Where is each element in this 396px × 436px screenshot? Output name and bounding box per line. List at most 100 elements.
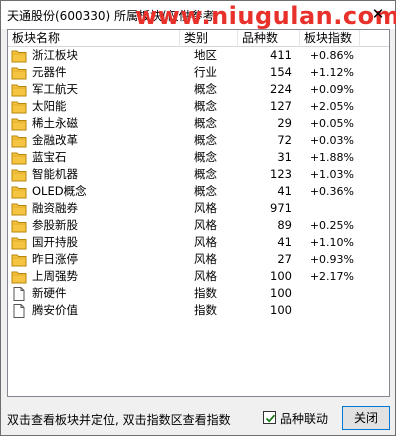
sector-count: 971 xyxy=(270,201,292,215)
sector-type: 概念 xyxy=(194,82,217,96)
table-row[interactable]: 元器件 行业 154 +1.12% xyxy=(8,64,389,81)
sector-count: 31 xyxy=(277,150,292,164)
sector-count: 89 xyxy=(277,218,292,232)
title-bar[interactable]: 天通股份(600330) 所属板块(仅供参考 www.niugulan.com … xyxy=(1,1,396,30)
column-header-index[interactable]: 板块指数 xyxy=(300,30,360,47)
sector-type: 概念 xyxy=(194,150,217,164)
sector-index: +0.25% xyxy=(309,219,354,232)
table-row[interactable]: 融资融券 风格 971 xyxy=(8,200,389,217)
sector-name: 新硬件 xyxy=(32,286,67,300)
sector-index xyxy=(304,285,354,302)
sector-type: 概念 xyxy=(194,184,217,198)
sector-name: 融资融券 xyxy=(32,201,78,215)
table-row[interactable]: 智能机器 概念 123 +1.03% xyxy=(8,166,389,183)
sector-count: 29 xyxy=(277,116,292,130)
checkbox-label[interactable]: 品种联动 xyxy=(280,410,328,427)
list-header: 板块名称 类别 品种数 板块指数 xyxy=(8,30,389,47)
sector-count: 100 xyxy=(270,269,292,283)
column-header-count[interactable]: 品种数 xyxy=(238,30,300,47)
close-button[interactable]: 关闭 xyxy=(342,406,390,430)
sector-index: +2.17% xyxy=(309,270,354,283)
watermark-text: www.niugulan.com xyxy=(135,2,396,30)
table-row[interactable]: 腾安价值 指数 100 xyxy=(8,302,389,319)
sector-name: 国开持股 xyxy=(32,235,78,249)
folder-icon xyxy=(11,253,27,267)
column-header-type[interactable]: 类别 xyxy=(180,30,238,47)
table-row[interactable]: 金融改革 概念 72 +0.03% xyxy=(8,132,389,149)
table-row[interactable]: 太阳能 概念 127 +2.05% xyxy=(8,98,389,115)
dialog-window: 天通股份(600330) 所属板块(仅供参考 www.niugulan.com … xyxy=(0,0,396,436)
sector-name: 军工航天 xyxy=(32,82,78,96)
sector-name: 参股新股 xyxy=(32,218,78,232)
sector-count: 41 xyxy=(277,235,292,249)
sector-index: +0.03% xyxy=(309,134,354,147)
sector-name: OLED概念 xyxy=(32,184,87,198)
checkmark-icon xyxy=(265,414,276,423)
sector-name: 太阳能 xyxy=(32,99,67,113)
sector-index: +1.88% xyxy=(309,151,354,164)
link-checkbox[interactable] xyxy=(263,411,276,424)
table-row[interactable]: 昨日涨停 风格 27 +0.93% xyxy=(8,251,389,268)
sector-name: 蓝宝石 xyxy=(32,150,67,164)
sector-type: 地区 xyxy=(194,48,217,62)
column-header-name[interactable]: 板块名称 xyxy=(8,30,180,47)
table-row[interactable]: 浙江板块 地区 411 +0.86% xyxy=(8,47,389,64)
folder-icon xyxy=(11,49,27,63)
table-row[interactable]: 国开持股 风格 41 +1.10% xyxy=(8,234,389,251)
folder-icon xyxy=(11,202,27,216)
table-row[interactable]: 参股新股 风格 89 +0.25% xyxy=(8,217,389,234)
document-icon xyxy=(11,304,27,318)
sector-type: 风格 xyxy=(194,201,217,215)
sector-name: 智能机器 xyxy=(32,167,78,181)
folder-icon xyxy=(11,66,27,80)
sector-type: 指数 xyxy=(194,286,217,300)
sector-name: 元器件 xyxy=(32,65,67,79)
sector-count: 100 xyxy=(270,303,292,317)
sector-index: +1.10% xyxy=(309,236,354,249)
sector-type: 风格 xyxy=(194,269,217,283)
sector-type: 指数 xyxy=(194,303,217,317)
folder-icon xyxy=(11,151,27,165)
folder-icon xyxy=(11,134,27,148)
sector-index: +0.86% xyxy=(309,49,354,62)
sector-index: +1.12% xyxy=(309,66,354,79)
sector-index: +0.93% xyxy=(309,253,354,266)
sector-type: 行业 xyxy=(194,65,217,79)
sector-count: 27 xyxy=(277,252,292,266)
sector-count: 100 xyxy=(270,286,292,300)
sector-type: 概念 xyxy=(194,99,217,113)
hint-text: 双击查看板块并定位, 双击指数区查看指数 xyxy=(7,413,231,427)
sector-list[interactable]: 板块名称 类别 品种数 板块指数 浙江板块 地区 411 +0.86% 元器件 行业 154… xyxy=(7,29,390,397)
table-row[interactable]: 蓝宝石 概念 31 +1.88% xyxy=(8,149,389,166)
folder-icon xyxy=(11,117,27,131)
table-row[interactable]: 军工航天 概念 224 +0.09% xyxy=(8,81,389,98)
list-rows: 浙江板块 地区 411 +0.86% 元器件 行业 154 +1.12% 军工航天 概念 224 +0… xyxy=(8,47,389,319)
sector-index: +1.03% xyxy=(309,168,354,181)
sector-count: 411 xyxy=(270,48,292,62)
sector-type: 风格 xyxy=(194,252,217,266)
table-row[interactable]: 上周强势 风格 100 +2.17% xyxy=(8,268,389,285)
sector-index xyxy=(304,200,354,217)
folder-icon xyxy=(11,168,27,182)
sector-name: 稀土永磁 xyxy=(32,116,78,130)
folder-icon xyxy=(11,100,27,114)
sector-count: 224 xyxy=(270,82,292,96)
sector-name: 浙江板块 xyxy=(32,48,78,62)
folder-icon xyxy=(11,270,27,284)
close-icon[interactable]: ✕ xyxy=(369,5,387,23)
table-row[interactable]: 稀土永磁 概念 29 +0.05% xyxy=(8,115,389,132)
sector-name: 金融改革 xyxy=(32,133,78,147)
document-icon xyxy=(11,287,27,301)
sector-name: 腾安价值 xyxy=(32,303,78,317)
sector-index: +2.05% xyxy=(309,100,354,113)
folder-icon xyxy=(11,219,27,233)
sector-count: 41 xyxy=(277,184,292,198)
sector-count: 123 xyxy=(270,167,292,181)
sector-count: 72 xyxy=(277,133,292,147)
sector-type: 风格 xyxy=(194,218,217,232)
table-row[interactable]: OLED概念 概念 41 +0.36% xyxy=(8,183,389,200)
folder-icon xyxy=(11,236,27,250)
sector-index xyxy=(304,302,354,319)
table-row[interactable]: 新硬件 指数 100 xyxy=(8,285,389,302)
sector-type: 概念 xyxy=(194,133,217,147)
